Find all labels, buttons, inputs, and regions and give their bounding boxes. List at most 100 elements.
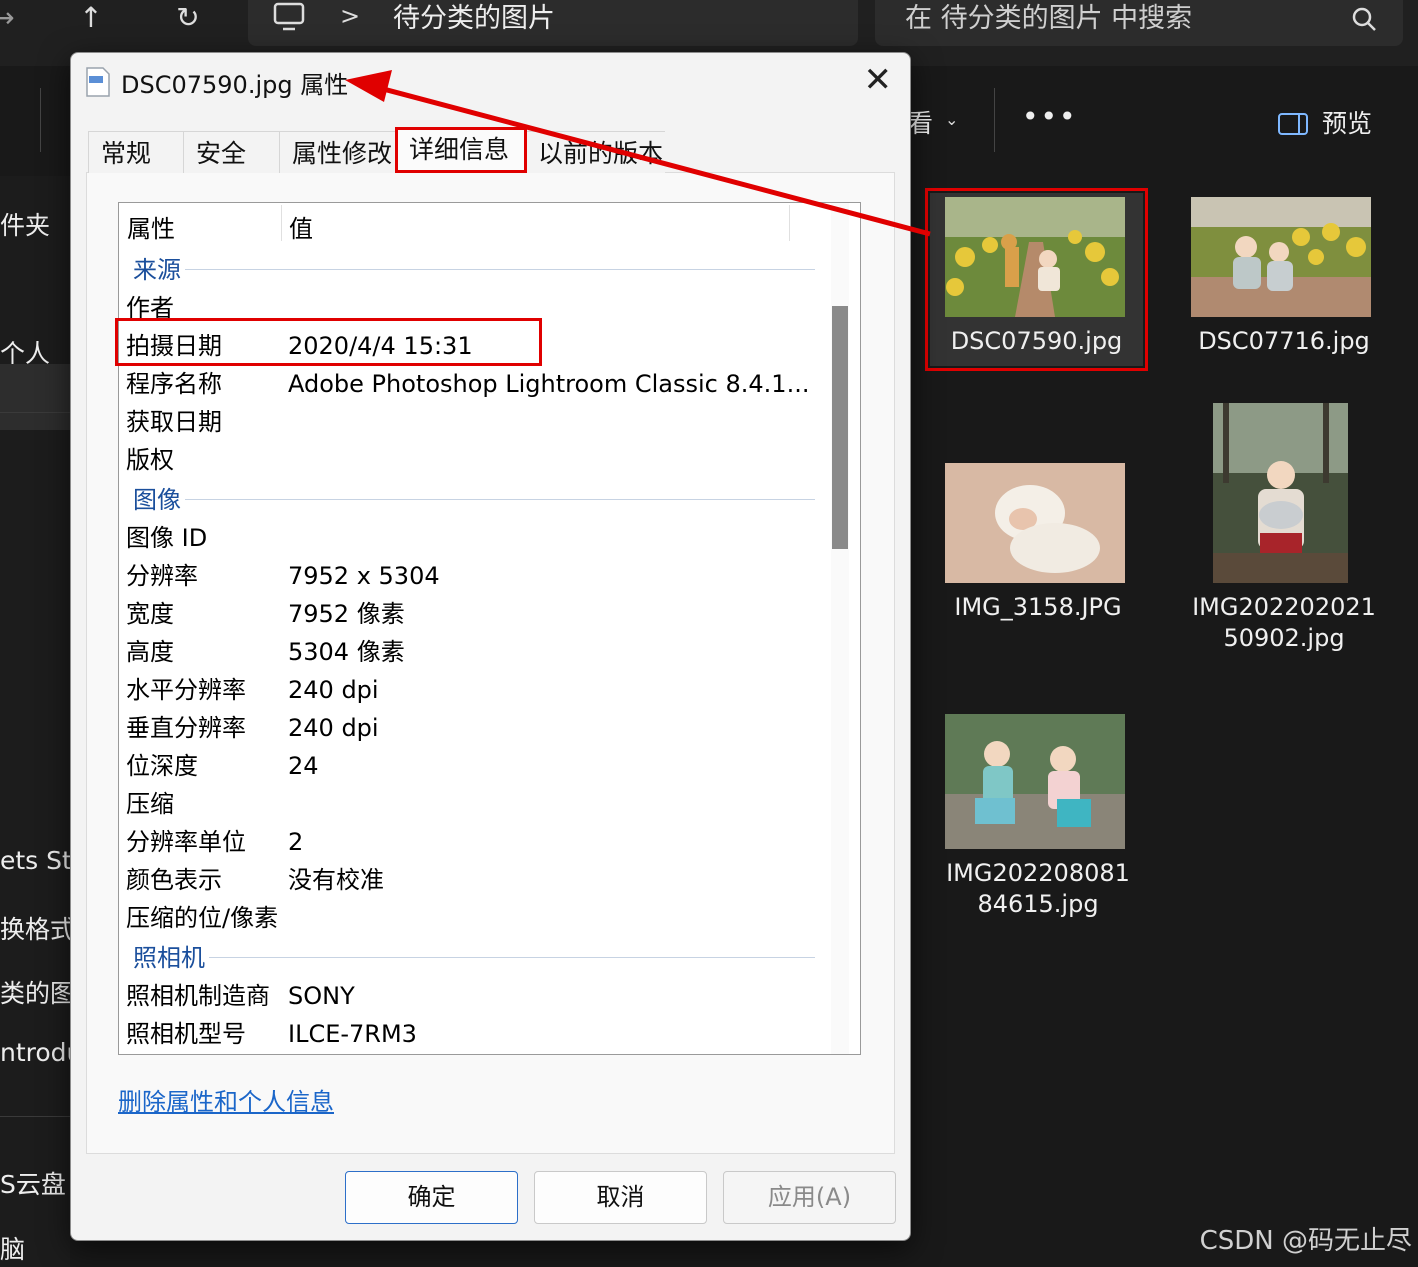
monitor-icon (273, 2, 305, 31)
row-value: Adobe Photoshop Lightroom Classic 8.4.1.… (288, 370, 810, 398)
sidebar-item-folders[interactable]: 件夹 (0, 206, 70, 242)
row-key: 垂直分辨率 (126, 714, 246, 742)
column-header-value[interactable]: 值 (289, 209, 313, 244)
table-row[interactable]: 宽度 7952 像素 (119, 595, 829, 633)
tab-general[interactable]: 常规 (88, 131, 184, 173)
sidebar-item-cloud-drive[interactable]: S云盘 (0, 1165, 70, 1201)
sidebar-selection (0, 364, 70, 430)
tab-label: 安全 (196, 139, 247, 168)
column-header-property[interactable]: 属性 (127, 209, 175, 244)
table-row[interactable]: 程序名称 Adobe Photoshop Lightroom Classic 8.… (119, 365, 829, 403)
search-icon[interactable] (1351, 6, 1377, 32)
tab-label: 以前的版本 (538, 139, 664, 168)
table-row[interactable]: 压缩的位/像素 (119, 899, 829, 937)
column-divider[interactable] (789, 205, 790, 241)
row-key: 颜色表示 (126, 866, 222, 894)
sidebar-divider (0, 1116, 70, 1117)
sidebar-item-assets[interactable]: ets Sta (0, 846, 70, 875)
vertical-scrollbar[interactable] (831, 203, 849, 1054)
table-row[interactable]: 高度 5304 像素 (119, 633, 829, 671)
up-arrow-icon[interactable]: ↑ (66, 0, 116, 40)
watermark: CSDN @码无止尽 (1199, 1226, 1412, 1256)
group-divider (209, 957, 815, 958)
tab-security[interactable]: 安全 (183, 131, 280, 173)
sidebar-item-convert-format[interactable]: 换格式 (0, 910, 70, 946)
scrollbar-thumb[interactable] (832, 306, 848, 549)
group-divider (185, 269, 815, 270)
sidebar-item-this-pc[interactable]: 脑 (0, 1230, 70, 1266)
sidebar-item-unsorted-images[interactable]: 类的图 (0, 974, 70, 1010)
photo-thumbnail (945, 714, 1125, 849)
file-name: IMG_3158.JPG (954, 593, 1122, 621)
row-key: 分辨率单位 (126, 828, 246, 856)
annotation-highlight-box (115, 318, 542, 366)
cancel-button[interactable]: 取消 (534, 1171, 707, 1224)
group-header-camera[interactable]: 照相机 (133, 939, 205, 977)
tab-label: 常规 (101, 139, 152, 168)
tab-label: 属性修改 (292, 139, 393, 168)
table-row[interactable]: 压缩 (119, 785, 829, 823)
row-value: ILCE-7RM3 (288, 1020, 417, 1048)
table-row[interactable]: 照相机制造商 SONY (119, 977, 829, 1015)
jpg-file-icon (86, 67, 110, 97)
preview-label: 预览 (1322, 109, 1373, 138)
row-value: 5304 像素 (288, 638, 405, 666)
table-row[interactable]: 位深度 24 (119, 747, 829, 785)
table-row[interactable]: 图像 ID (119, 519, 829, 557)
file-name: IMG202202021 (1192, 593, 1376, 621)
close-icon[interactable]: ✕ (864, 63, 893, 97)
row-key: 照相机型号 (126, 1020, 246, 1048)
table-row[interactable]: 分辨率单位 2 (119, 823, 829, 861)
table-row[interactable]: 水平分辨率 240 dpi (119, 671, 829, 709)
list-header: 属性 值 (119, 203, 790, 244)
preview-pane-button[interactable]: 预览 (1278, 104, 1372, 140)
preview-pane-icon (1278, 113, 1308, 135)
table-row[interactable]: 分辨率 7952 x 5304 (119, 557, 829, 595)
breadcrumb-separator[interactable]: > (340, 2, 360, 30)
address-bar[interactable]: > 待分类的图片 (248, 0, 858, 46)
row-key: 高度 (126, 638, 174, 666)
table-row[interactable]: 照相机型号 ILCE-7RM3 (119, 1015, 829, 1053)
row-key: 分辨率 (126, 562, 198, 590)
table-row[interactable]: 垂直分辨率 240 dpi (119, 709, 829, 747)
photo-thumbnail (945, 463, 1125, 583)
row-key: 获取日期 (126, 408, 222, 436)
sidebar-item-personal[interactable]: 个人 (0, 334, 70, 370)
forward-icon[interactable]: → (0, 0, 28, 40)
row-key: 宽度 (126, 600, 174, 628)
sidebar-item-intro[interactable]: ntrodu (0, 1038, 70, 1067)
group-header-source[interactable]: 来源 (133, 251, 181, 289)
row-key: 压缩的位/像素 (126, 904, 279, 932)
more-options-button[interactable]: ••• (1022, 100, 1078, 133)
ok-button[interactable]: 确定 (345, 1171, 518, 1224)
view-button[interactable]: 看 (908, 104, 933, 140)
apply-button[interactable]: 应用(A) (723, 1171, 896, 1224)
group-divider (185, 499, 815, 500)
row-value: 240 dpi (288, 676, 379, 704)
row-value: 没有校准 (288, 866, 384, 894)
file-name-line2: 84615.jpg (977, 890, 1099, 918)
row-key: 压缩 (126, 790, 174, 818)
properties-dialog: DSC07590.jpg 属性 ✕ 常规 安全 属性修改 详细信息 以前的版本 … (70, 52, 911, 1241)
breadcrumb-current-folder[interactable]: 待分类的图片 (393, 0, 555, 38)
search-input[interactable]: 在 待分类的图片 中搜索 (875, 0, 1403, 46)
refresh-icon[interactable]: ↻ (163, 0, 213, 40)
table-row[interactable]: 版权 (119, 441, 829, 479)
column-divider[interactable] (281, 205, 282, 241)
photo-thumbnail (1191, 197, 1371, 317)
table-row[interactable]: 获取日期 (119, 403, 829, 441)
toolbar-divider (994, 88, 995, 152)
tab-property-edit[interactable]: 属性修改 (279, 131, 397, 173)
table-row[interactable]: 颜色表示 没有校准 (119, 861, 829, 899)
tab-previous-versions[interactable]: 以前的版本 (525, 131, 665, 173)
file-name: IMG202208081 (946, 859, 1130, 887)
row-key: 程序名称 (126, 370, 222, 398)
group-header-image[interactable]: 图像 (133, 481, 181, 519)
sidebar-divider (0, 412, 70, 413)
chevron-down-icon[interactable]: ⌄ (945, 110, 958, 129)
remove-properties-link[interactable]: 删除属性和个人信息 (118, 1082, 334, 1117)
annotation-highlight-box (925, 188, 1148, 371)
search-placeholder: 在 待分类的图片 中搜索 (905, 3, 1193, 34)
file-name-line2: 50902.jpg (1223, 624, 1345, 652)
row-key: 水平分辨率 (126, 676, 246, 704)
